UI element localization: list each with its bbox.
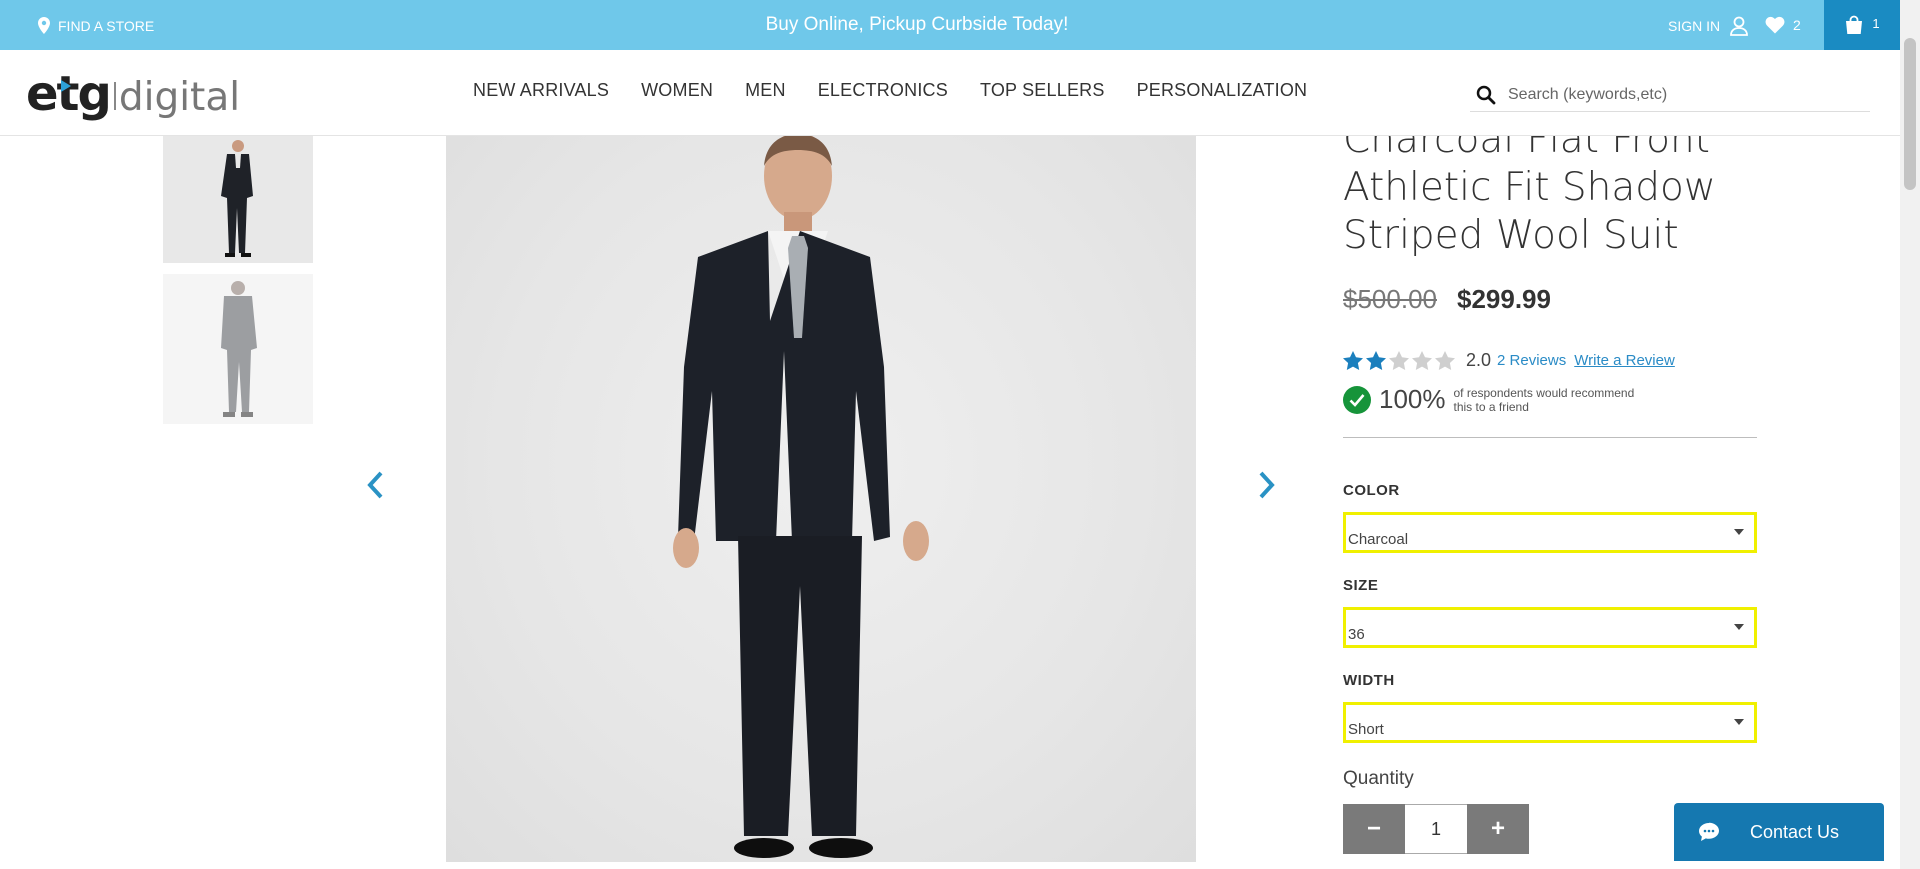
logo-triangle-icon bbox=[61, 80, 71, 92]
color-label: COLOR bbox=[1343, 482, 1400, 499]
size-select-value: 36 bbox=[1348, 626, 1365, 643]
next-image-button[interactable] bbox=[1257, 470, 1277, 505]
star-filled-icon bbox=[1343, 351, 1363, 370]
nav-women[interactable]: WOMEN bbox=[641, 80, 713, 101]
reviews-link[interactable]: 2 Reviews bbox=[1497, 352, 1566, 369]
user-icon bbox=[1730, 16, 1749, 36]
quantity-increase-button[interactable]: + bbox=[1467, 804, 1529, 854]
wishlist-count: 2 bbox=[1793, 17, 1801, 33]
product-prices: $500.00 $299.99 bbox=[1343, 284, 1551, 315]
cart-count: 1 bbox=[1872, 15, 1880, 31]
promo-text[interactable]: Buy Online, Pickup Curbside Today! bbox=[0, 14, 1834, 36]
page-scrollbar[interactable] bbox=[1900, 0, 1920, 869]
chevron-right-icon bbox=[1259, 471, 1275, 499]
recommend-percent: 100% bbox=[1379, 384, 1446, 414]
size-label: SIZE bbox=[1343, 577, 1379, 594]
heart-icon bbox=[1765, 16, 1785, 34]
quantity-label: Quantity bbox=[1343, 768, 1414, 789]
color-select[interactable]: Charcoal bbox=[1343, 512, 1757, 553]
logo-etg-text: etg bbox=[26, 66, 112, 122]
contact-us-button[interactable]: Contact Us bbox=[1674, 803, 1884, 861]
product-main-image[interactable] bbox=[446, 136, 1196, 862]
main-nav: NEW ARRIVALS WOMEN MEN ELECTRONICS TOP S… bbox=[473, 80, 1339, 101]
width-label: WIDTH bbox=[1343, 672, 1395, 689]
logo-digital: digital bbox=[118, 75, 241, 120]
width-select-value: Short bbox=[1348, 721, 1384, 738]
nav-men[interactable]: MEN bbox=[745, 80, 786, 101]
product-rating: 2.0 2 Reviews Write a Review bbox=[1343, 350, 1675, 371]
sign-in-label: SIGN IN bbox=[1668, 18, 1721, 34]
original-price: $500.00 bbox=[1343, 284, 1437, 314]
chevron-down-icon bbox=[1734, 529, 1744, 535]
chevron-down-icon bbox=[1734, 624, 1744, 630]
suit-back-thumbnail-image bbox=[163, 274, 313, 424]
nav-top-sellers[interactable]: TOP SELLERS bbox=[980, 80, 1105, 101]
suit-model-image bbox=[673, 136, 929, 858]
chat-bubble-icon bbox=[1699, 822, 1719, 841]
color-select-value: Charcoal bbox=[1348, 531, 1409, 548]
shopping-bag-icon bbox=[1846, 15, 1863, 34]
sale-price: $299.99 bbox=[1456, 284, 1551, 314]
recommendation: 100% of respondents would recommend this… bbox=[1343, 384, 1654, 415]
logo-divider bbox=[113, 82, 116, 110]
product-thumbnail-front[interactable] bbox=[163, 136, 313, 263]
logo-etg: etg bbox=[26, 66, 112, 122]
contact-us-label: Contact Us bbox=[1750, 821, 1840, 842]
star-empty-icon bbox=[1389, 351, 1409, 370]
nav-electronics[interactable]: ELECTRONICS bbox=[818, 80, 948, 101]
cart-button[interactable]: 1 bbox=[1824, 0, 1900, 50]
width-select[interactable]: Short bbox=[1343, 702, 1757, 743]
star-filled-icon bbox=[1366, 351, 1386, 370]
previous-image-button[interactable] bbox=[365, 470, 385, 505]
nav-personalization[interactable]: PERSONALIZATION bbox=[1137, 80, 1308, 101]
chevron-left-icon bbox=[367, 471, 383, 499]
search-box bbox=[1470, 78, 1870, 112]
quantity-decrease-button[interactable]: − bbox=[1343, 804, 1405, 854]
wishlist-link[interactable]: 2 bbox=[1765, 16, 1801, 34]
quantity-stepper: − 1 + bbox=[1343, 804, 1529, 854]
suit-front-thumbnail-image bbox=[163, 136, 313, 263]
nav-new-arrivals[interactable]: NEW ARRIVALS bbox=[473, 80, 609, 101]
star-empty-icon bbox=[1435, 351, 1455, 370]
scrollbar-thumb[interactable] bbox=[1904, 38, 1916, 190]
product-title: Charcoal Flat Front Athletic Fit Shadow … bbox=[1343, 117, 1716, 258]
rating-value: 2.0 bbox=[1466, 350, 1492, 370]
divider bbox=[1343, 437, 1757, 438]
search-icon[interactable] bbox=[1476, 85, 1496, 105]
sign-in-link[interactable]: SIGN IN bbox=[1668, 16, 1749, 36]
quantity-input[interactable]: 1 bbox=[1405, 804, 1467, 854]
rating-stars bbox=[1343, 351, 1458, 370]
chevron-down-icon bbox=[1734, 719, 1744, 725]
size-select[interactable]: 36 bbox=[1343, 607, 1757, 648]
site-logo[interactable]: etg digital bbox=[26, 66, 240, 122]
site-header: etg digital NEW ARRIVALS WOMEN MEN ELECT… bbox=[0, 50, 1900, 136]
star-empty-icon bbox=[1412, 351, 1432, 370]
recommend-text: of respondents would recommend this to a… bbox=[1453, 385, 1635, 414]
promo-bar: FIND A STORE Buy Online, Pickup Curbside… bbox=[0, 0, 1900, 50]
write-review-link[interactable]: Write a Review bbox=[1574, 352, 1675, 369]
checkmark-icon bbox=[1343, 385, 1371, 414]
product-thumbnail-back[interactable] bbox=[163, 274, 313, 424]
search-input[interactable] bbox=[1508, 85, 1848, 104]
